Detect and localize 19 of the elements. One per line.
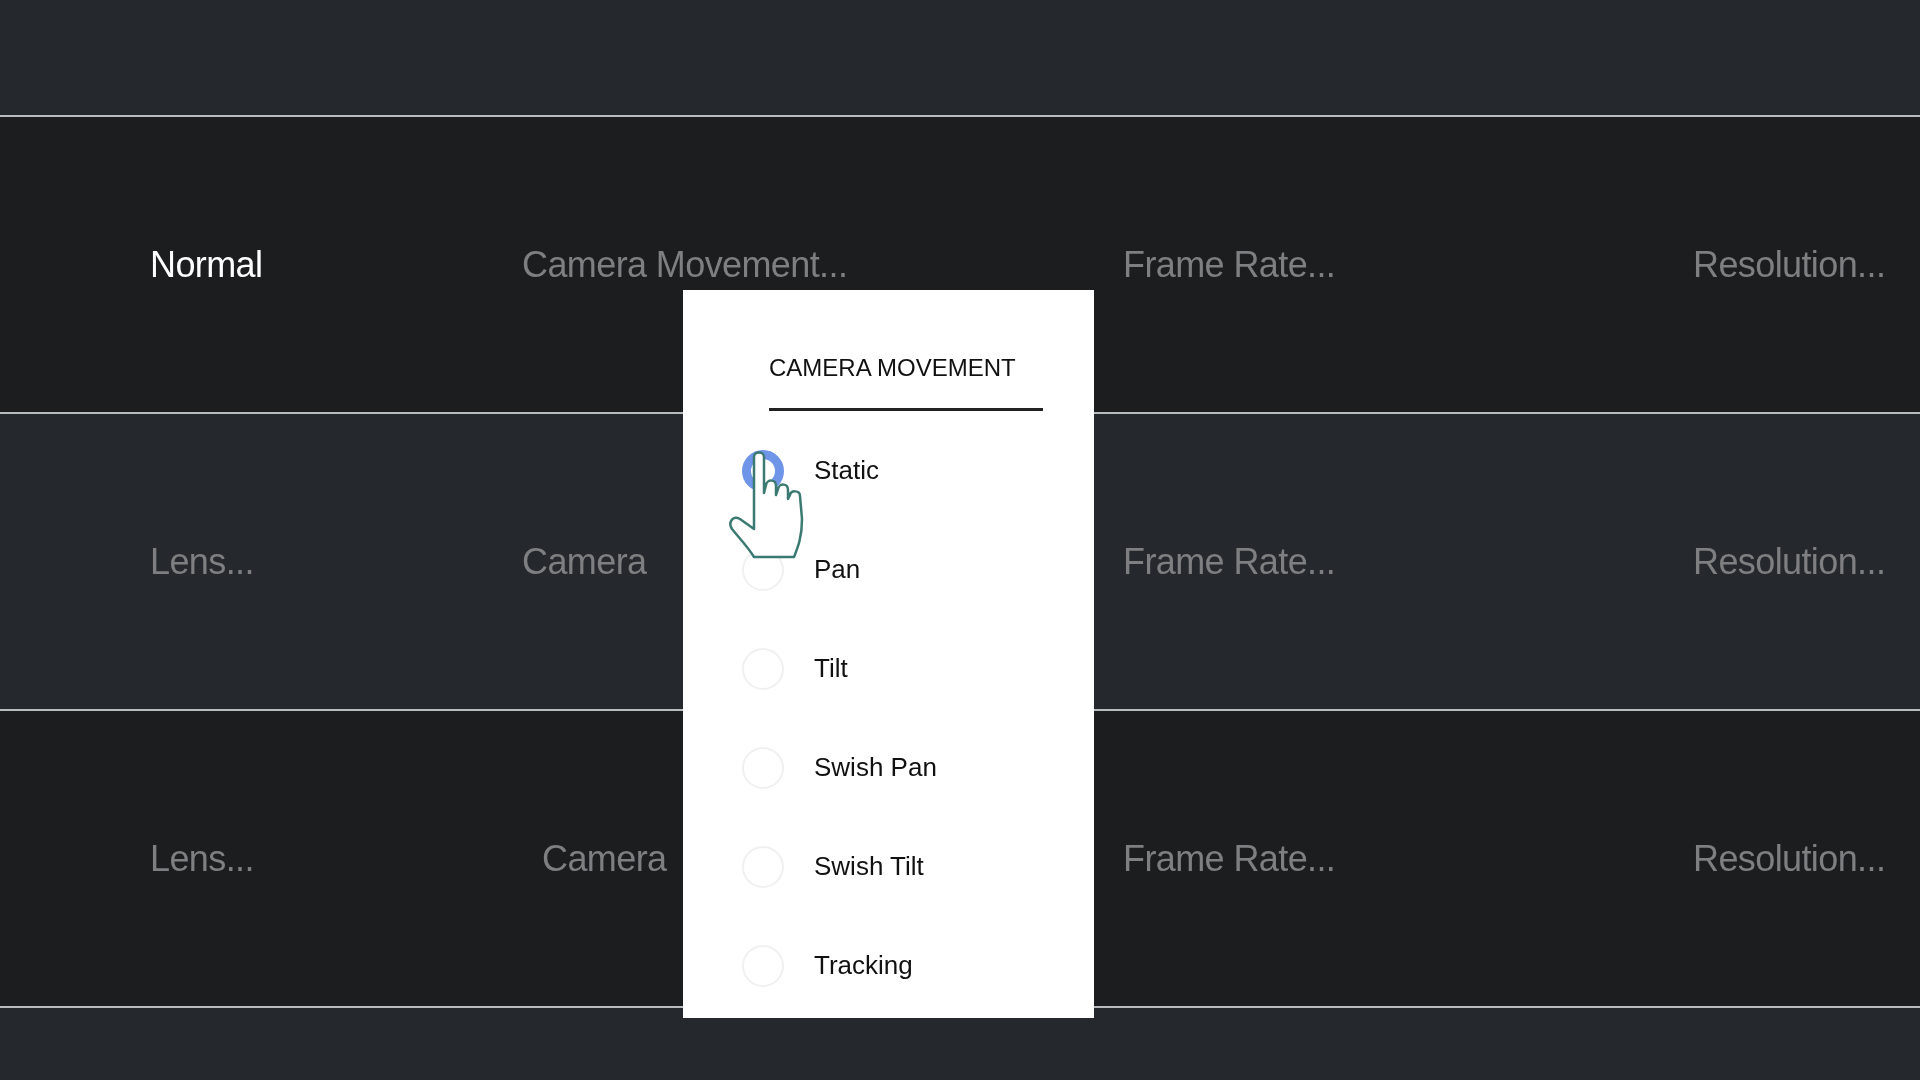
setting-label[interactable]: Resolution...: [1693, 534, 1886, 589]
setting-label[interactable]: Camera: [542, 831, 667, 886]
option-label[interactable]: Static: [814, 451, 880, 490]
setting-label[interactable]: Frame Rate...: [1123, 534, 1336, 589]
setting-label[interactable]: Normal: [150, 237, 263, 292]
setting-label[interactable]: Camera: [522, 534, 647, 589]
option-label[interactable]: Pan: [814, 550, 861, 589]
setting-label[interactable]: Resolution...: [1693, 237, 1886, 292]
setting-label[interactable]: Frame Rate...: [1123, 831, 1336, 886]
setting-label[interactable]: Lens...: [150, 831, 254, 886]
option-label[interactable]: Swish Tilt: [814, 847, 924, 886]
setting-label[interactable]: Resolution...: [1693, 831, 1886, 886]
option-label[interactable]: Swish Pan: [814, 748, 937, 787]
setting-label[interactable]: Camera Movement...: [522, 237, 848, 292]
option-label[interactable]: Tracking: [814, 946, 913, 985]
popup-title: CAMERA MOVEMENT: [769, 353, 1016, 383]
setting-label[interactable]: Lens...: [150, 534, 254, 589]
setting-label[interactable]: Frame Rate...: [1123, 237, 1336, 292]
option-label[interactable]: Tilt: [814, 649, 848, 688]
